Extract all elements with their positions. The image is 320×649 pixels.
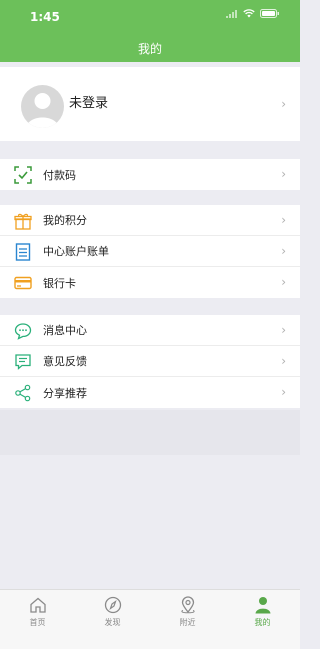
wifi-icon	[243, 9, 255, 18]
status-icons	[226, 9, 280, 18]
scan-check-icon	[14, 166, 32, 184]
login-status: 未登录	[69, 96, 109, 111]
payment-group: 付款码 ›	[0, 159, 300, 190]
points-row[interactable]: 我的积分 ›	[0, 205, 300, 236]
share-label: 分享推荐	[43, 386, 87, 400]
default-avatar-icon	[26, 93, 59, 128]
content-footer	[0, 410, 300, 455]
compass-icon	[104, 596, 121, 614]
battery-icon	[260, 9, 279, 18]
home-icon	[29, 597, 46, 613]
chevron-right-icon: ›	[281, 354, 286, 368]
chevron-right-icon: ›	[281, 167, 286, 181]
payment-code-row[interactable]: 付款码 ›	[0, 159, 300, 190]
service-group: 消息中心 › 意见反馈 › 分享推荐 ›	[0, 315, 300, 408]
chevron-right-icon: ›	[281, 385, 286, 399]
feedback-icon	[15, 354, 31, 370]
chevron-right-icon: ›	[281, 213, 286, 227]
chevron-right-icon: ›	[281, 244, 286, 258]
avatar	[21, 85, 64, 128]
tab-nearby[interactable]: 附近	[150, 590, 225, 649]
message-center-row[interactable]: 消息中心 ›	[0, 315, 300, 346]
bank-card-icon	[14, 276, 32, 290]
bill-label: 中心账户账单	[43, 245, 109, 258]
tab-mine-label: 我的	[254, 618, 271, 627]
tab-home[interactable]: 首页	[0, 590, 75, 649]
tab-bar: 首页 发现 附近 我的	[0, 589, 300, 649]
signal-icon	[226, 9, 237, 18]
bank-card-row[interactable]: 银行卡 ›	[0, 267, 300, 298]
tab-home-label: 首页	[29, 618, 46, 627]
top-bar: 1:45 我的	[0, 0, 300, 62]
chevron-right-icon: ›	[281, 275, 286, 289]
feedback-label: 意见反馈	[43, 355, 87, 368]
bill-icon	[15, 243, 31, 261]
share-row[interactable]: 分享推荐 ›	[0, 377, 300, 408]
page-title: 我的	[137, 42, 162, 56]
share-icon	[15, 384, 31, 402]
profile-card[interactable]: 未登录 ›	[0, 67, 300, 141]
message-center-label: 消息中心	[43, 324, 87, 337]
payment-code-label: 付款码	[43, 168, 76, 182]
points-label: 我的积分	[43, 214, 87, 227]
chevron-right-icon: ›	[281, 323, 286, 337]
account-group: 我的积分 › 中心账户账单 › 银行卡 ›	[0, 205, 300, 298]
status-time: 1:45	[30, 10, 60, 24]
message-icon	[14, 323, 32, 340]
chevron-right-icon: ›	[281, 97, 286, 111]
tab-discover[interactable]: 发现	[75, 590, 150, 649]
feedback-row[interactable]: 意见反馈 ›	[0, 346, 300, 377]
tab-discover-label: 发现	[104, 618, 121, 627]
tab-nearby-label: 附近	[179, 618, 196, 627]
gift-icon	[14, 213, 32, 230]
location-pin-icon	[180, 596, 195, 614]
bill-row[interactable]: 中心账户账单 ›	[0, 236, 300, 267]
bank-card-label: 银行卡	[43, 276, 76, 290]
tab-mine[interactable]: 我的	[225, 590, 300, 649]
person-icon	[255, 597, 270, 614]
